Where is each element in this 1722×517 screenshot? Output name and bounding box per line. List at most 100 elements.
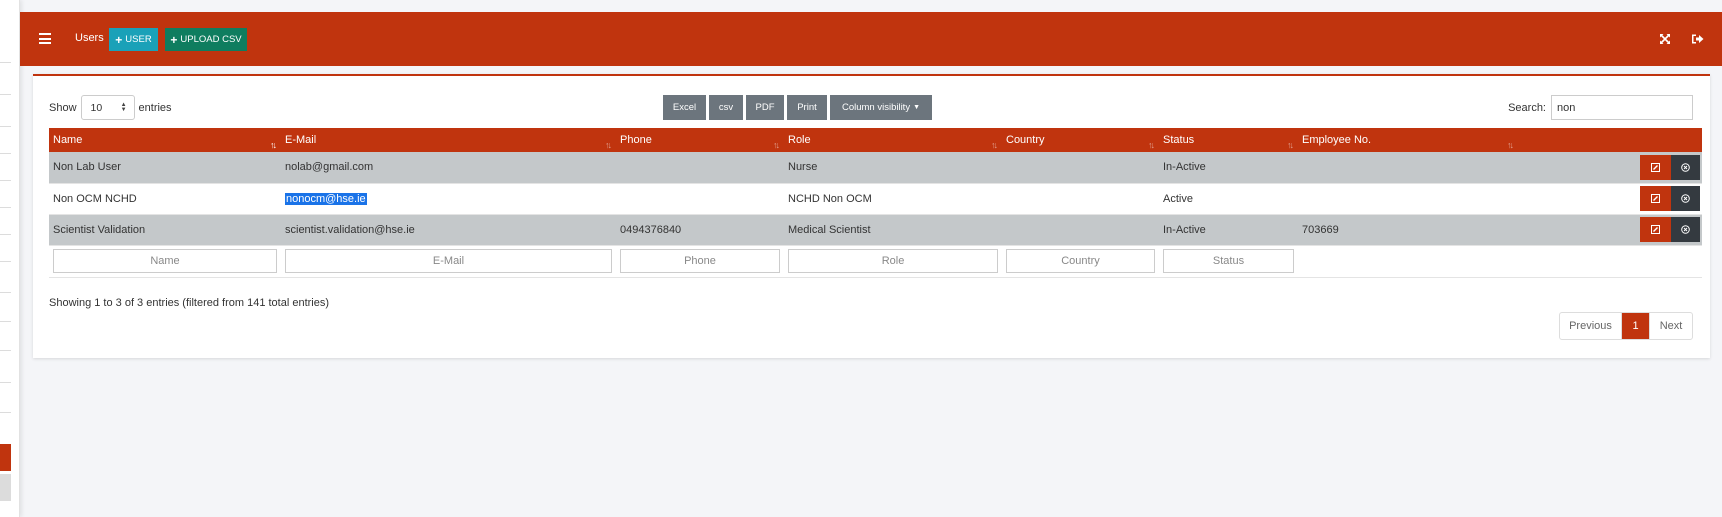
cell-employee-no — [1298, 183, 1518, 215]
sidebar — [0, 0, 20, 517]
column-visibility-button[interactable]: Column visibility ▼ — [830, 95, 932, 120]
search-input[interactable]: non — [1551, 95, 1693, 120]
add-user-button[interactable]: + USER — [109, 28, 158, 51]
export-buttons: Excel csv PDF Print Column visibility ▼ — [663, 95, 932, 120]
cell-status: Active — [1159, 183, 1298, 215]
hamburger-icon[interactable] — [39, 33, 51, 44]
delete-button[interactable] — [1671, 154, 1700, 180]
sidebar-divider — [0, 350, 11, 351]
show-label: Show — [49, 101, 77, 114]
filter-phone-input[interactable]: Phone — [620, 249, 780, 273]
users-table: Name ↑↓ E-Mail ↑↓ Phone ↑↓ Role ↑↓ Country ↑↓… — [49, 128, 1702, 278]
sort-icon: ↑↓ — [1507, 140, 1514, 150]
column-label: Role — [788, 134, 811, 146]
column-header-status[interactable]: Status ↑↓ — [1159, 128, 1298, 152]
select-arrows-icon: ▲ ▼ — [120, 101, 127, 113]
close-circle-icon — [1681, 225, 1690, 234]
filter-name-input[interactable]: Name — [53, 249, 277, 273]
upload-csv-button[interactable]: + UPLOAD CSV — [165, 28, 247, 51]
edit-button[interactable] — [1640, 217, 1671, 242]
delete-button[interactable] — [1671, 217, 1700, 242]
cell-country — [1002, 152, 1159, 184]
sort-asc-icon: ↑↓ — [270, 140, 277, 150]
cell-actions — [1518, 183, 1702, 215]
cell-name: Scientist Validation — [49, 214, 281, 246]
close-circle-icon — [1681, 194, 1690, 203]
entries-select[interactable]: 10 ▲ ▼ — [80, 95, 135, 120]
table-row: Scientist Validation scientist.validatio… — [49, 214, 1702, 246]
table-info: Showing 1 to 3 of 3 entries (filtered fr… — [49, 297, 330, 309]
sidebar-item[interactable] — [0, 474, 11, 501]
previous-page-button[interactable]: Previous — [1560, 313, 1622, 339]
filter-row: Name E-Mail Phone Role Country Status — [49, 245, 1702, 278]
cell-name: Non OCM NCHD — [49, 183, 281, 215]
page-1-button[interactable]: 1 — [1622, 313, 1649, 339]
sort-icon: ↑↓ — [605, 140, 612, 150]
cell-status: In-Active — [1159, 152, 1298, 184]
cell-email: scientist.validation@hse.ie — [281, 214, 616, 246]
column-header-actions — [1518, 128, 1702, 152]
logout-icon[interactable] — [1691, 33, 1704, 45]
cell-country — [1002, 183, 1159, 215]
column-label: Name — [53, 134, 83, 146]
sidebar-divider — [0, 207, 11, 208]
column-label: Country — [1006, 134, 1045, 146]
sidebar-divider — [0, 180, 11, 181]
column-label: Status — [1163, 134, 1195, 146]
filter-status-input[interactable]: Status — [1163, 249, 1294, 273]
add-user-label: USER — [125, 34, 152, 45]
cell-role: Nurse — [784, 152, 1002, 184]
column-header-email[interactable]: E-Mail ↑↓ — [281, 128, 616, 152]
column-header-country[interactable]: Country ↑↓ — [1002, 128, 1159, 152]
sidebar-divider — [0, 126, 11, 127]
sort-icon: ↑↓ — [1287, 140, 1294, 150]
filter-email-input[interactable]: E-Mail — [285, 249, 612, 273]
excel-button[interactable]: Excel — [663, 95, 706, 120]
column-header-role[interactable]: Role ↑↓ — [784, 128, 1002, 152]
pagination: Previous 1 Next — [1559, 312, 1693, 340]
edit-icon — [1651, 162, 1660, 172]
table-row: Non OCM NCHD nonocm@hse.ie NCHD Non OCM … — [49, 183, 1702, 215]
next-page-button[interactable]: Next — [1649, 313, 1692, 339]
edit-button[interactable] — [1640, 154, 1671, 180]
filter-country-input[interactable]: Country — [1006, 249, 1155, 273]
sort-icon: ↑↓ — [991, 140, 998, 150]
cell-phone — [616, 152, 784, 184]
sort-icon: ↑↓ — [773, 140, 780, 150]
column-header-name[interactable]: Name ↑↓ — [49, 128, 281, 152]
edit-button[interactable] — [1640, 186, 1671, 211]
table-row: Non Lab User nolab@gmail.com Nurse In-Ac… — [49, 152, 1702, 184]
entries-label: entries — [138, 101, 172, 114]
expand-icon[interactable] — [1659, 33, 1671, 45]
sidebar-divider — [0, 94, 11, 95]
column-header-employee-no[interactable]: Employee No. ↑↓ — [1298, 128, 1518, 152]
column-label: E-Mail — [285, 134, 317, 146]
print-button[interactable]: Print — [787, 95, 827, 120]
sort-icon: ↑↓ — [1148, 140, 1155, 150]
column-header-phone[interactable]: Phone ↑↓ — [616, 128, 784, 152]
close-circle-icon — [1681, 162, 1690, 172]
filter-role-input[interactable]: Role — [788, 249, 998, 273]
column-label: Phone — [620, 134, 652, 146]
column-visibility-label: Column visibility — [841, 102, 911, 113]
plus-icon: + — [170, 32, 178, 47]
delete-button[interactable] — [1671, 186, 1700, 211]
pdf-button[interactable]: PDF — [746, 95, 784, 120]
csv-button[interactable]: csv — [709, 95, 743, 120]
cell-employee-no — [1298, 152, 1518, 184]
cell-country — [1002, 214, 1159, 246]
sidebar-divider — [0, 321, 11, 322]
table-search: Search: non — [1508, 95, 1693, 120]
sidebar-divider — [0, 261, 11, 262]
cell-name: Non Lab User — [49, 152, 281, 184]
edit-icon — [1651, 225, 1660, 234]
cell-phone: 0494376840 — [616, 214, 784, 246]
column-label: Employee No. — [1302, 134, 1372, 146]
sidebar-divider — [0, 153, 11, 154]
cell-phone — [616, 183, 784, 215]
top-bar: Users + USER + UPLOAD CSV — [20, 12, 1722, 66]
cell-role: NCHD Non OCM — [784, 183, 1002, 215]
cell-actions — [1518, 214, 1702, 246]
sidebar-item-active[interactable] — [0, 444, 11, 471]
edit-icon — [1651, 194, 1660, 203]
